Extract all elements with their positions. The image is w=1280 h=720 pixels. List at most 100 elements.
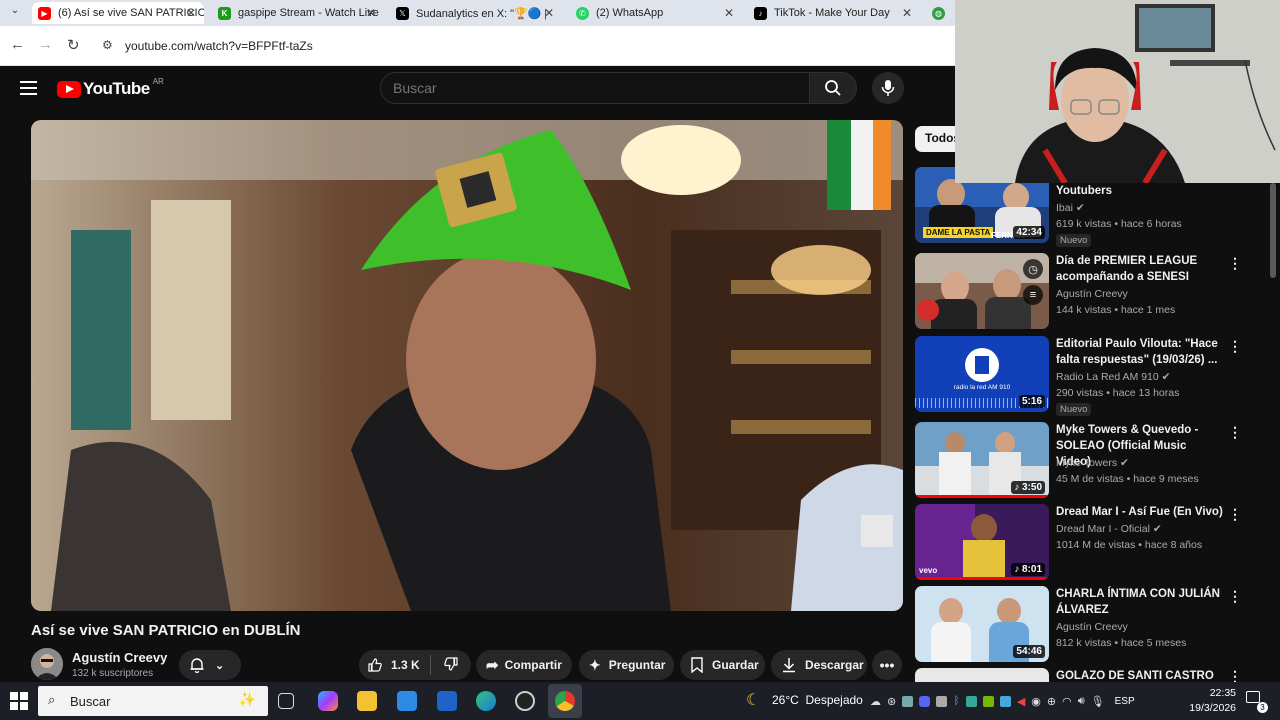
copilot-icon[interactable] — [318, 691, 338, 711]
tab-list-dropdown-button[interactable]: ⌄ — [6, 5, 24, 21]
file-explorer-icon[interactable] — [357, 691, 377, 711]
notifications-button[interactable]: ⌄ — [179, 650, 241, 680]
recommendation-meta: 290 vistas • hace 13 horas — [1056, 387, 1180, 399]
recommendation-title[interactable]: Día de PREMIER LEAGUE acompañando a SENE… — [1056, 253, 1224, 285]
site-info-icon[interactable]: ⚙ — [102, 38, 113, 52]
close-icon[interactable]: ✕ — [724, 6, 734, 20]
video-duration: 54:46 — [1013, 645, 1045, 658]
video-thumbnail[interactable]: 54:46 — [915, 586, 1049, 662]
recommendation-item[interactable]: vevo ♪ 8:01 Dread Mar I - Así Fue (En Vi… — [915, 504, 1265, 582]
close-icon[interactable]: ✕ — [366, 6, 376, 20]
more-options-icon[interactable]: ⋮ — [1228, 506, 1242, 523]
search-button[interactable] — [809, 72, 857, 104]
close-icon[interactable]: ✕ — [902, 6, 912, 20]
ask-button[interactable]: ✦ Preguntar — [579, 650, 674, 680]
dislike-button[interactable] — [431, 656, 459, 675]
recommendation-title[interactable]: Editorial Paulo Vilouta: "Hace falta res… — [1056, 336, 1224, 368]
edge-icon[interactable] — [476, 691, 496, 711]
video-thumbnail[interactable] — [915, 668, 1049, 682]
recommendation-title[interactable]: Youtubers — [1056, 183, 1224, 199]
tab-tiktok[interactable]: ♪ TikTok - Make Your Day ✕ — [748, 2, 920, 24]
store-icon[interactable] — [397, 691, 417, 711]
notification-center-button[interactable]: 3 — [1246, 691, 1268, 713]
recommendation-meta: 1014 M de vistas • hace 8 años — [1056, 539, 1203, 551]
chrome-icon[interactable] — [555, 691, 575, 711]
system-tray-icons[interactable]: ☁ ⊛ ᛒ ◀ ◉ ⊕ ◠ 🔊︎ 🎙︎ ESP — [870, 693, 1160, 709]
recommendation-channel[interactable]: Myke Towers ✔ — [1056, 457, 1129, 469]
close-icon[interactable]: ✕ — [186, 6, 196, 20]
channel-name: Radio La Red AM 910 — [1056, 371, 1159, 383]
recommendation-meta: 144 k vistas • hace 1 mes — [1056, 304, 1176, 316]
recommendation-item[interactable]: 54:46 CHARLA ÍNTIMA CON JULIÁN ÁLVAREZ A… — [915, 586, 1265, 664]
clock[interactable]: 22:35 19/3/2026 — [1189, 686, 1236, 716]
outlook-icon[interactable] — [437, 691, 457, 711]
recommendation-title[interactable]: Dread Mar I - Así Fue (En Vivo) — [1056, 504, 1224, 520]
video-thumbnail[interactable]: ◷ ≡ — [915, 253, 1049, 329]
recommendation-item[interactable]: radio la red AM 910 5:16 Editorial Paulo… — [915, 336, 1265, 416]
forward-icon[interactable]: → — [38, 36, 53, 53]
reload-icon[interactable]: ↻ — [67, 36, 80, 54]
more-options-icon[interactable]: ⋮ — [1228, 668, 1242, 682]
recommendation-title[interactable]: GOLAZO DE SANTI CASTRO — [1056, 668, 1224, 682]
language-indicator[interactable]: ESP — [1115, 696, 1135, 707]
like-button[interactable]: 1.3 K — [359, 657, 420, 673]
more-options-icon[interactable]: ⋮ — [1228, 255, 1242, 272]
more-actions-button[interactable]: ••• — [872, 650, 902, 680]
channel-avatar[interactable] — [31, 648, 63, 680]
video-player[interactable] — [31, 120, 903, 611]
recommendation-channel[interactable]: Ibai ✔ — [1056, 202, 1085, 214]
youtube-logo[interactable]: YouTube AR — [57, 77, 164, 99]
music-note-icon: ♪ — [1014, 482, 1022, 493]
recommendation-channel[interactable]: Agustín Creevy — [1056, 621, 1128, 633]
recommendation-title[interactable]: CHARLA ÍNTIMA CON JULIÁN ÁLVAREZ — [1056, 586, 1224, 618]
windows-start-button[interactable] — [10, 692, 28, 710]
close-icon[interactable]: ✕ — [544, 6, 554, 20]
recommendation-channel[interactable]: Agustín Creevy — [1056, 288, 1128, 300]
video-thumbnail[interactable]: vevo ♪ 8:01 — [915, 504, 1049, 580]
sidebar-scrollbar[interactable] — [1270, 183, 1276, 278]
share-button[interactable]: ➦ Compartir — [476, 650, 572, 680]
more-options-icon[interactable]: ⋮ — [1228, 424, 1242, 441]
tab-youtube[interactable]: ▶ (6) Así se vive SAN PATRICIO ✕ — [32, 2, 204, 24]
video-title: Así se vive SAN PATRICIO en DUBLÍN — [31, 622, 301, 639]
search-box — [380, 72, 810, 104]
verified-icon: ✔ — [1075, 202, 1085, 214]
url-field[interactable]: youtube.com/watch?v=BFPFtf-taZs — [125, 39, 313, 53]
taskbar-search[interactable]: ⌕ Buscar ✨ — [38, 686, 268, 716]
video-thumbnail[interactable]: radio la red AM 910 5:16 — [915, 336, 1049, 412]
tab-partial[interactable]: ◍ — [926, 2, 956, 24]
tab-title: Sudanalytics en X: "🏆🔵 [C — [416, 7, 546, 20]
more-options-icon[interactable]: ⋮ — [1228, 588, 1242, 605]
webcam-overlay — [955, 0, 1280, 183]
download-button[interactable]: Descargar — [771, 650, 867, 680]
video-frame-image — [31, 120, 903, 611]
watch-later-icon[interactable]: ◷ — [1023, 259, 1043, 279]
channel-name[interactable]: Agustín Creevy — [72, 650, 167, 665]
recommendation-channel[interactable]: Dread Mar I - Oficial ✔ — [1056, 523, 1162, 535]
chip-todos[interactable]: Todos — [915, 126, 960, 152]
more-options-icon[interactable]: ⋮ — [1228, 338, 1242, 355]
voice-search-button[interactable] — [872, 72, 904, 104]
sparkle-icon: ✦ — [589, 656, 601, 673]
verified-icon: ✔ — [1161, 371, 1171, 383]
menu-icon[interactable] — [20, 81, 37, 95]
recommendation-channel[interactable]: Radio La Red AM 910 ✔ — [1056, 371, 1170, 383]
video-thumbnail[interactable]: ♪ 3:50 — [915, 422, 1049, 498]
task-view-icon[interactable] — [278, 693, 294, 709]
obs-icon[interactable] — [515, 691, 535, 711]
add-to-queue-icon[interactable]: ≡ — [1023, 285, 1043, 305]
save-button[interactable]: Guardar — [680, 650, 765, 680]
obs-tray-icon: ◉ — [1031, 695, 1041, 708]
tab-x[interactable]: 𝕏 Sudanalytics en X: "🏆🔵 [C ✕ — [390, 2, 562, 24]
recommendation-item[interactable]: GOLAZO DE SANTI CASTRO ⋮ — [915, 668, 1265, 682]
channel-name: Ibai — [1056, 202, 1073, 214]
search-input[interactable] — [381, 73, 809, 103]
nvidia-icon — [982, 695, 994, 707]
recommendation-item[interactable]: ♪ 3:50 Myke Towers & Quevedo - SOLEAO (O… — [915, 422, 1265, 500]
tab-whatsapp[interactable]: ✆ (2) WhatsApp ✕ — [570, 2, 742, 24]
back-icon[interactable]: ← — [10, 36, 25, 53]
tab-kick[interactable]: K gaspipe Stream - Watch Live ✕ — [212, 2, 384, 24]
recommendation-item[interactable]: ◷ ≡ Día de PREMIER LEAGUE acompañando a … — [915, 253, 1265, 331]
channel-name: Dread Mar I - Oficial — [1056, 523, 1150, 535]
weather-text[interactable]: 26°C Despejado — [772, 693, 863, 707]
